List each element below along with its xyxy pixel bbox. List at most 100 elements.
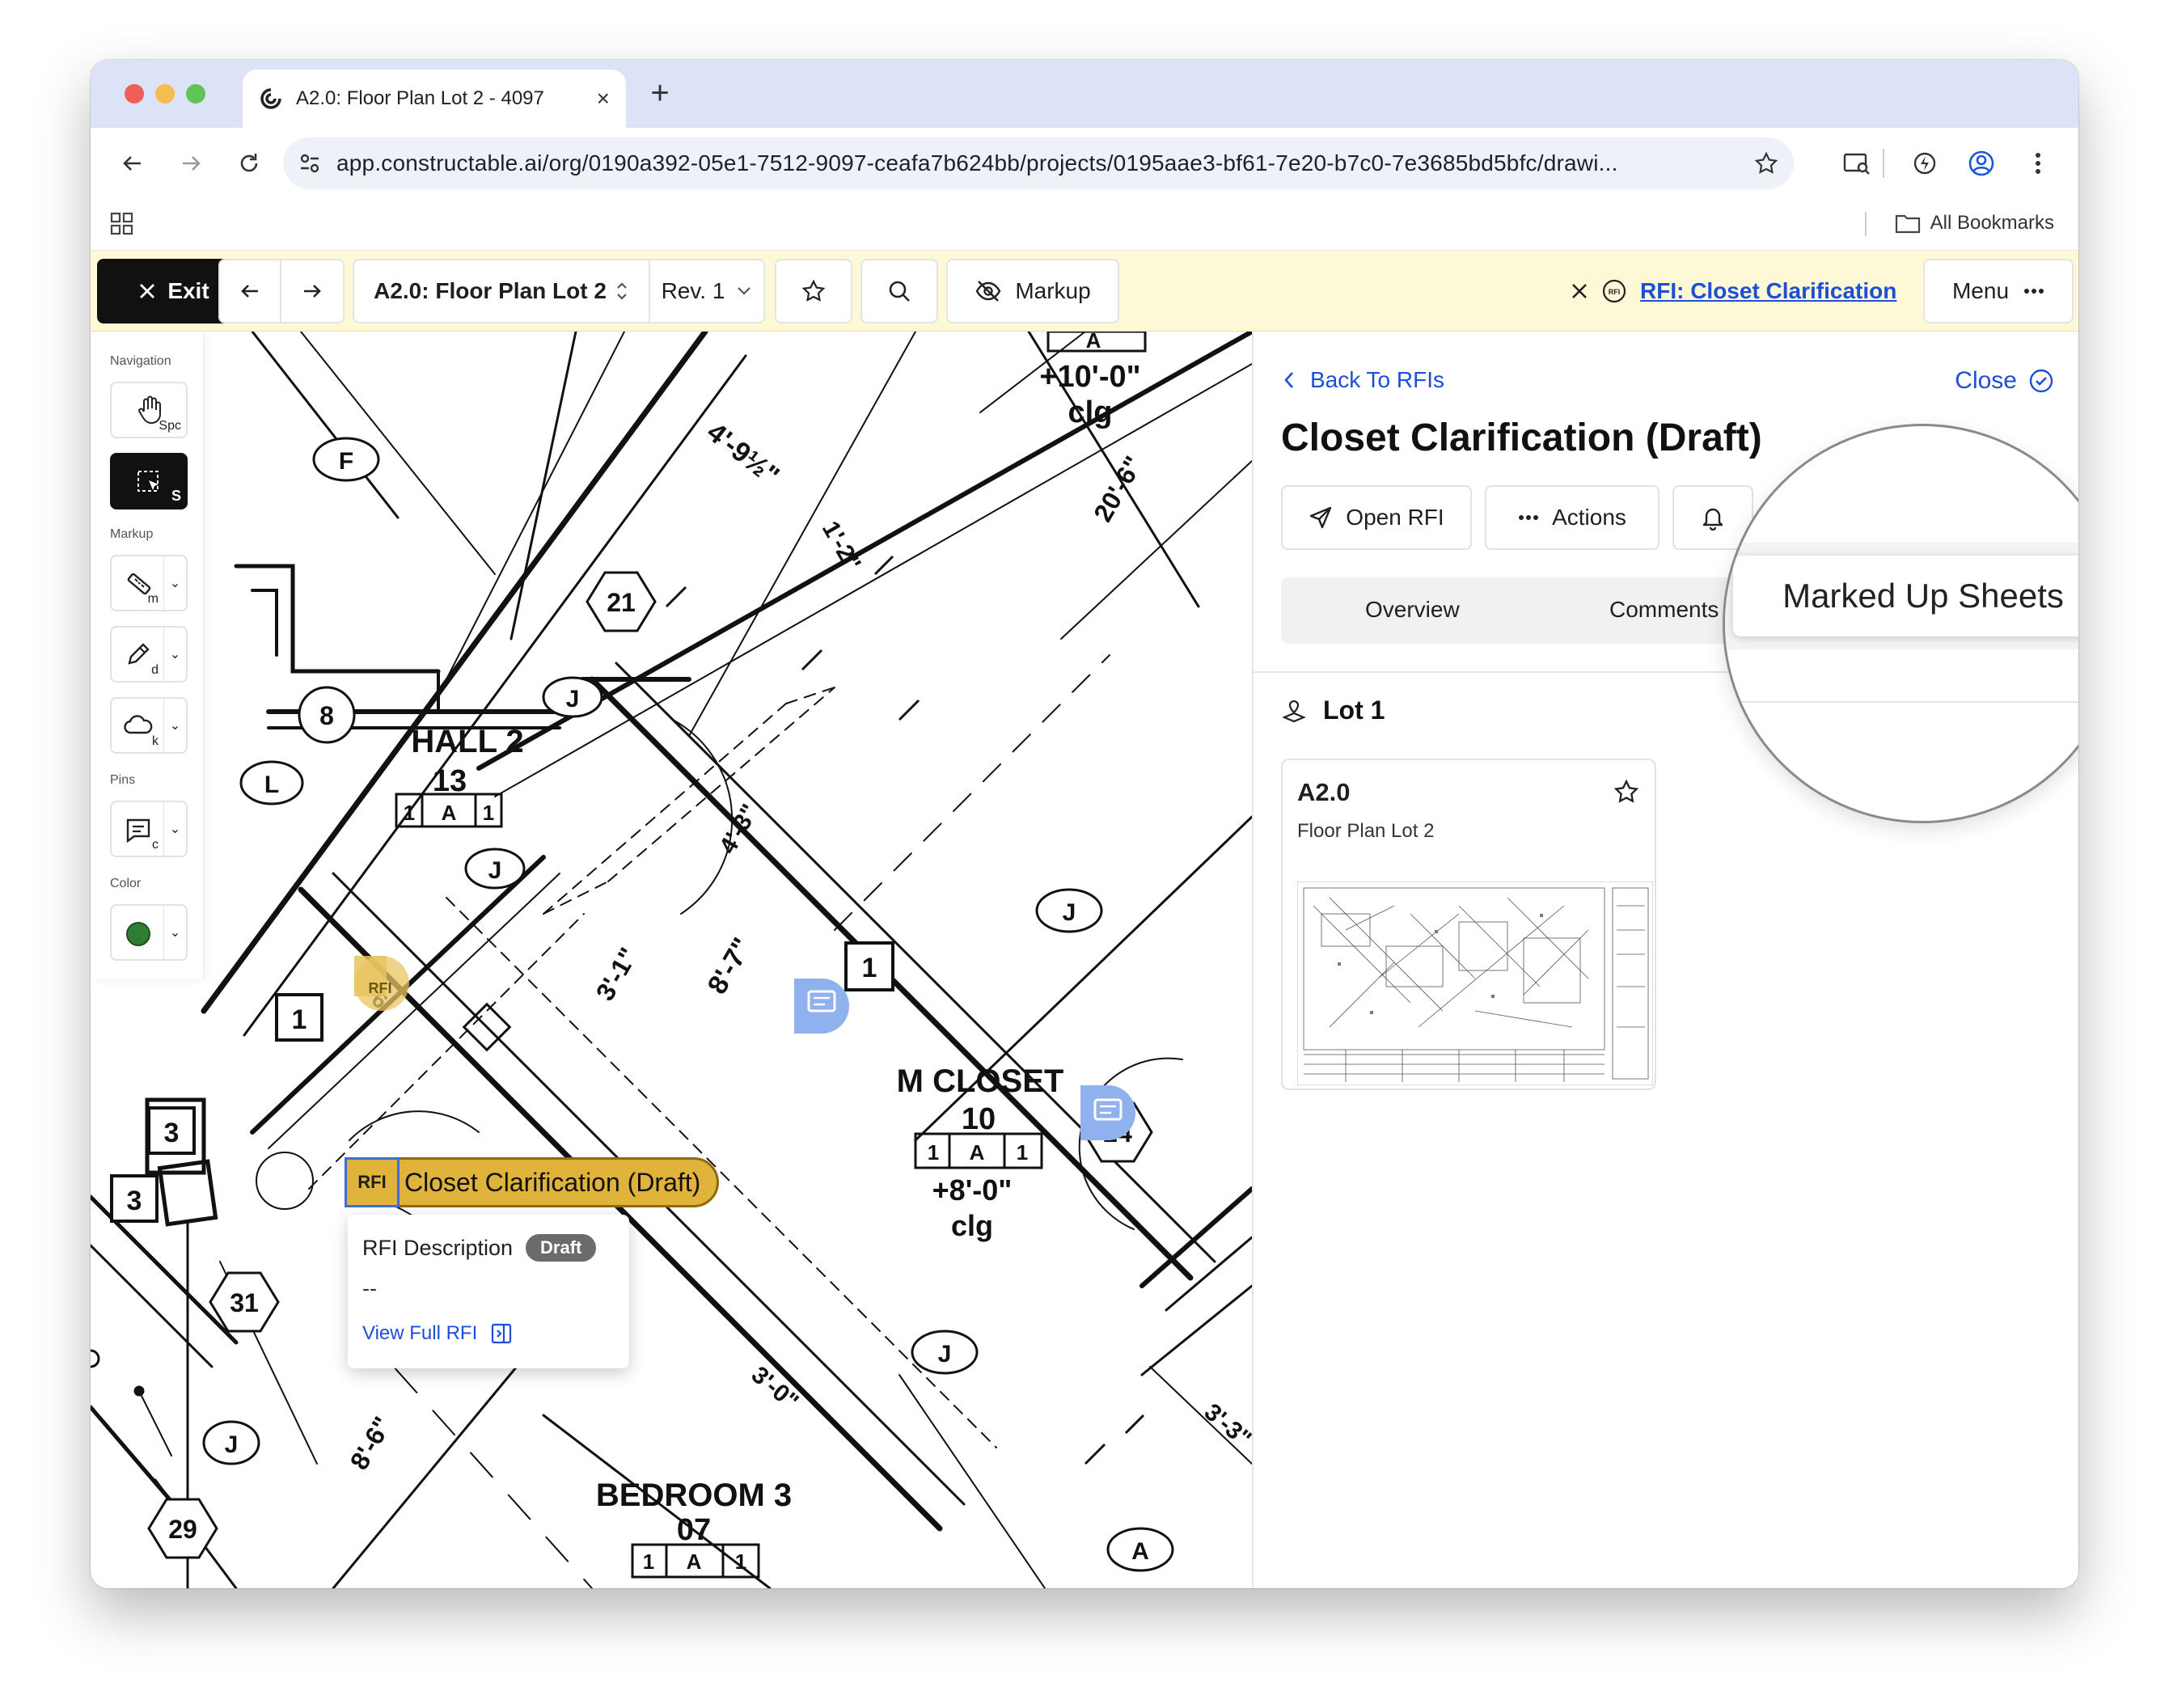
send-icon: [1310, 506, 1332, 529]
browser-menu-icon[interactable]: [2019, 144, 2057, 183]
svg-text:J: J: [1063, 899, 1076, 926]
chevron-down-icon[interactable]: ⌄: [163, 802, 186, 856]
room-name-bedroom-3: BEDROOM 3: [596, 1478, 792, 1513]
rfi-label-chip[interactable]: RFI Closet Clarification (Draft): [345, 1157, 720, 1207]
back-to-rfis-link[interactable]: Back To RFIs: [1283, 367, 1444, 393]
lot-heading: Lot 1: [1281, 695, 1385, 725]
tab-marked-up-sheets[interactable]: Marked Up Sheets: [1733, 556, 2078, 636]
sheet-select[interactable]: A2.0: Floor Plan Lot 2: [354, 260, 650, 322]
color-picker-button[interactable]: ⌄: [110, 904, 188, 961]
reload-icon[interactable]: [230, 144, 268, 183]
room-name-m-closet: M CLOSET: [897, 1063, 1064, 1099]
sheet-card[interactable]: A2.0 Floor Plan Lot 2: [1281, 759, 1656, 1090]
eye-off-icon: [975, 281, 1001, 302]
svg-text:1: 1: [735, 1549, 746, 1574]
minimize-window-button[interactable]: [155, 84, 175, 104]
star-icon[interactable]: [1613, 778, 1640, 805]
all-bookmarks-button[interactable]: All Bookmarks: [1895, 212, 2054, 235]
room-name-hall-2: HALL 2: [411, 724, 523, 759]
more-horizontal-icon: [2024, 289, 2044, 294]
chevron-down-icon[interactable]: ⌄: [163, 699, 186, 752]
svg-text:1: 1: [404, 801, 415, 825]
cloud-shortcut-key: k: [152, 734, 159, 748]
chevron-down-icon: [738, 287, 751, 295]
svg-text:29: 29: [168, 1515, 197, 1544]
status-badge: Draft: [526, 1234, 597, 1262]
tab-overview[interactable]: Overview: [1365, 597, 1460, 623]
page-title: Closet Clarification (Draft): [1281, 416, 1762, 459]
close-rfi-icon[interactable]: [1571, 282, 1588, 300]
bell-icon: [1702, 508, 1723, 531]
tab-close-icon[interactable]: ×: [597, 86, 610, 112]
dimension-label: 8'-7": [702, 932, 759, 1000]
hex-tag-31: 31: [209, 1271, 280, 1333]
arrow-left-icon: [241, 285, 258, 298]
profile-icon[interactable]: [1962, 144, 2001, 183]
rfi-pin-marker[interactable]: RFI: [354, 956, 409, 1011]
toolbar-divider: [1883, 149, 1884, 178]
color-swatch: [126, 922, 150, 946]
pin-shortcut-key: c: [152, 838, 159, 852]
open-rfi-button[interactable]: Open RFI: [1281, 485, 1472, 550]
tab-comments[interactable]: Comments: [1609, 597, 1719, 623]
browser-toolbar: app.constructable.ai/org/0190a392-05e1-7…: [91, 128, 2078, 197]
back-arrow-icon[interactable]: [113, 144, 152, 183]
actions-button[interactable]: Actions: [1485, 485, 1660, 550]
apps-grid-icon[interactable]: [110, 212, 134, 236]
pan-tool-button[interactable]: Spc: [110, 382, 188, 438]
browser-tab[interactable]: A2.0: Floor Plan Lot 2 - 4097 ×: [243, 70, 626, 128]
view-full-rfi-link[interactable]: View Full RFI: [362, 1322, 615, 1345]
pin-tool-button[interactable]: c ⌄: [110, 801, 188, 857]
extension-icon[interactable]: [1905, 144, 1944, 183]
grid-bubble-j-3: J: [1035, 888, 1103, 933]
comment-bubble-icon[interactable]: [1080, 1085, 1135, 1140]
tool-palette: Navigation Spc S Markup m ⌄ d ⌄ k ⌄ Pins…: [91, 332, 204, 979]
cloud-tool-button[interactable]: k ⌄: [110, 697, 188, 754]
revision-select[interactable]: Rev. 1: [650, 260, 763, 322]
bookmark-star-icon[interactable]: [1753, 150, 1779, 176]
chevron-down-icon[interactable]: ⌄: [163, 628, 186, 681]
dimension-label: 1'-2": [817, 517, 866, 576]
rfi-chip-title: Closet Clarification (Draft): [404, 1167, 701, 1197]
chevron-down-icon[interactable]: ⌄: [163, 556, 186, 610]
sheet-revision-group: A2.0: Floor Plan Lot 2 Rev. 1: [353, 259, 765, 323]
close-panel-button[interactable]: Close: [1955, 367, 2054, 395]
rfi-link[interactable]: RFI: Closet Clarification: [1640, 278, 1896, 304]
dimension-label: 3'-3": [1199, 1398, 1252, 1452]
maximize-window-button[interactable]: [186, 84, 205, 104]
floor-plan-drawing[interactable]: HALL 2 13 1 A 1 M CLOSET 10 1 A 1 +8'-0"…: [91, 332, 1252, 1588]
svg-text:A: A: [1131, 1538, 1149, 1565]
svg-text:F: F: [339, 448, 353, 475]
measure-tool-button[interactable]: m ⌄: [110, 555, 188, 611]
menu-button[interactable]: Menu: [1923, 259, 2074, 323]
close-icon: [140, 284, 155, 298]
new-tab-button[interactable]: +: [637, 73, 683, 113]
url-text[interactable]: app.constructable.ai/org/0190a392-05e1-7…: [336, 150, 1753, 176]
search-tabs-icon[interactable]: [1837, 144, 1876, 183]
close-window-button[interactable]: [125, 84, 144, 104]
previous-sheet-button[interactable]: [220, 260, 281, 322]
box-tag-1-b: 1: [844, 941, 894, 991]
browser-window: A2.0: Floor Plan Lot 2 - 4097 × + app.co…: [91, 60, 2078, 1588]
drawing-canvas[interactable]: HALL 2 13 1 A 1 M CLOSET 10 1 A 1 +8'-0"…: [91, 332, 1252, 1588]
markup-toggle-button[interactable]: Markup: [946, 259, 1119, 323]
dimension-label: 3'-1": [590, 943, 644, 1006]
svg-text:RFI: RFI: [369, 980, 392, 996]
back-to-rfis-label: Back To RFIs: [1310, 367, 1444, 392]
address-bar[interactable]: app.constructable.ai/org/0190a392-05e1-7…: [283, 137, 1794, 189]
comment-pin-icon: [126, 818, 150, 843]
svg-text:J: J: [566, 686, 580, 712]
comment-bubble-icon[interactable]: [794, 979, 849, 1034]
select-tool-button[interactable]: S: [110, 453, 188, 509]
search-button[interactable]: [860, 259, 938, 323]
chevron-down-icon[interactable]: ⌄: [163, 906, 186, 959]
markup-section-label: Markup: [110, 527, 154, 541]
next-sheet-button[interactable]: [281, 260, 343, 322]
forward-arrow-icon[interactable]: [171, 144, 210, 183]
room-tag-m-closet: M CLOSET 10 1 A 1 +8'-0" clg: [897, 1063, 1064, 1242]
site-settings-icon[interactable]: [298, 151, 322, 175]
favorite-sheet-button[interactable]: [775, 259, 852, 323]
ceiling-label-top: clg: [1068, 395, 1113, 429]
open-panel-icon: [492, 1323, 512, 1344]
draw-tool-button[interactable]: d ⌄: [110, 626, 188, 683]
